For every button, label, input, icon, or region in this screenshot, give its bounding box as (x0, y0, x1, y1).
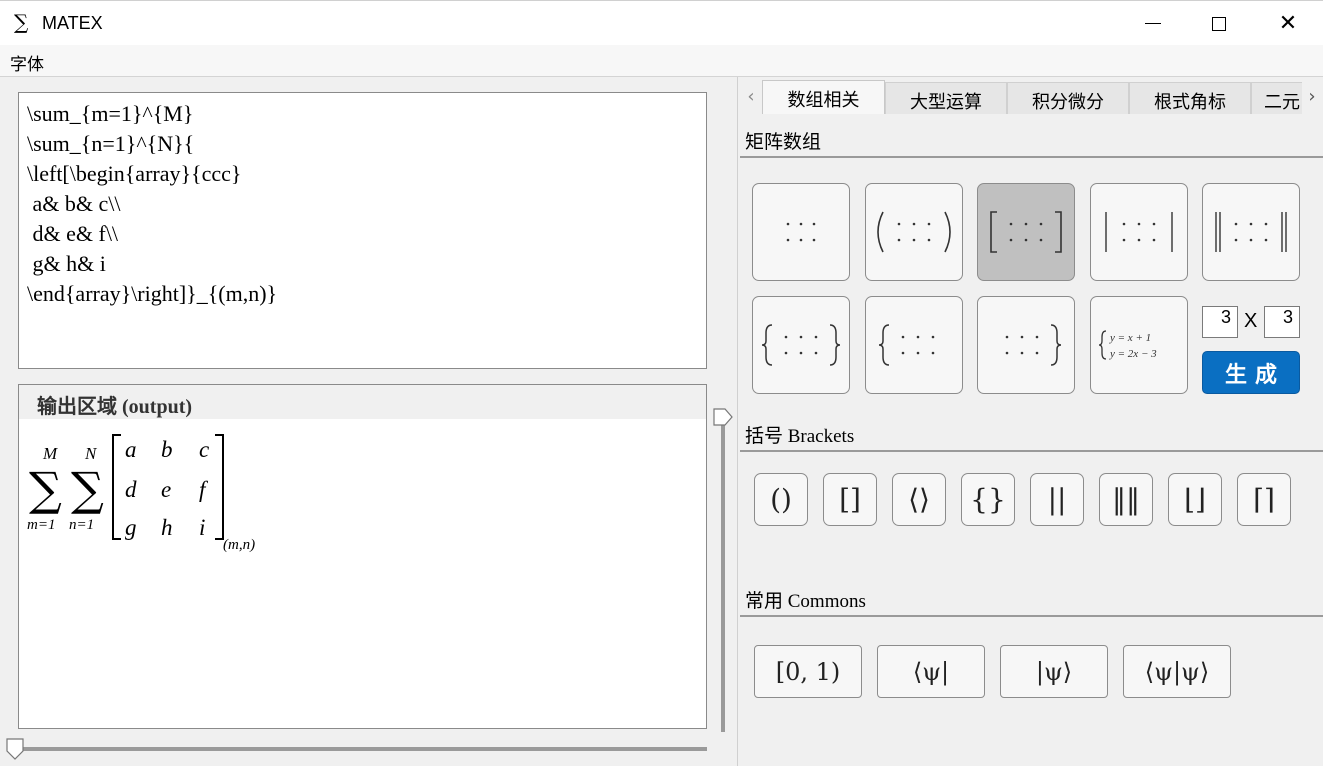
matrix-norm-button[interactable] (1202, 183, 1300, 281)
editor-line: g& h& i (27, 251, 106, 276)
pane-divider[interactable] (737, 77, 738, 766)
chevron-left-icon: ‹ (747, 85, 755, 107)
output-area: M N ∑ ∑ m=1 n=1 a b c d e f g h i (m,n) (18, 419, 707, 729)
vertical-slider-track[interactable] (721, 420, 725, 732)
Vmatrix-icon (1215, 212, 1287, 252)
bracket-brace-button[interactable]: {} (961, 473, 1015, 526)
matrix-plain-button[interactable] (752, 183, 850, 281)
tab-scroll-left-button[interactable]: ‹ (740, 80, 762, 112)
title-bar: ∑ MATEX ✕ (0, 0, 1323, 45)
section-divider (740, 615, 1323, 617)
tab-binary[interactable]: 二元 (1251, 82, 1302, 114)
tab-array[interactable]: 数组相关 (762, 80, 885, 114)
generate-button[interactable]: 生成 (1202, 351, 1300, 394)
sigma-icon: ∑ (14, 10, 29, 34)
section-commons-label: 常用 Commons (745, 591, 866, 612)
editor-line: \sum_{m=1}^{M} (27, 101, 194, 126)
editor-line: \sum_{n=1}^{N}{ (27, 131, 195, 156)
minimize-icon (1145, 23, 1161, 24)
matrix-bracket-button[interactable] (977, 183, 1075, 281)
horizontal-slider-thumb[interactable] (6, 738, 24, 760)
output-header: 输出区域 (output) (18, 384, 707, 420)
maximize-button[interactable] (1186, 1, 1252, 46)
left-brace-matrix-icon (878, 324, 935, 366)
bracket-norm-button[interactable]: ‖‖ (1099, 473, 1153, 526)
left-bracket (112, 434, 121, 540)
chevron-right-icon: › (1308, 85, 1316, 107)
common-braket-button[interactable]: ⟨ψ|ψ⟩ (1123, 645, 1231, 698)
bmatrix-icon (990, 211, 1062, 253)
matrix-cell: i (199, 515, 205, 540)
matrix-cell: c (199, 437, 209, 462)
system-line-1: y = x + 1 (1109, 332, 1151, 344)
section-divider (740, 450, 1323, 452)
matrix-paren-button[interactable] (865, 183, 963, 281)
right-bracket (215, 434, 224, 540)
matrix-brace-button[interactable] (752, 296, 850, 394)
sigma-2: ∑ (71, 462, 104, 516)
app-title: MATEX (42, 13, 103, 33)
close-button[interactable]: ✕ (1255, 1, 1321, 46)
matrix-cell: g (125, 515, 137, 540)
maximize-icon (1212, 16, 1226, 31)
section-divider (740, 156, 1323, 158)
output-title: 输出区域 (output) (37, 396, 193, 418)
section-matrix-label: 矩阵数组 (745, 132, 822, 153)
matrix-cell: e (161, 477, 171, 502)
system-line-2: y = 2x − 3 (1109, 348, 1157, 360)
rendered-formula: M N ∑ ∑ m=1 n=1 a b c d e f g h i (m,n) (27, 434, 255, 553)
common-ket-button[interactable]: |ψ⟩ (1000, 645, 1108, 698)
matrix-right-brace-button[interactable] (977, 296, 1075, 394)
bracket-square-button[interactable]: [] (823, 473, 877, 526)
section-brackets-label: 括号 Brackets (745, 426, 855, 447)
dimension-separator: X (1244, 310, 1258, 332)
editor-line: \left[\begin{array}{ccc} (27, 161, 242, 186)
editor-line: \end{array}\right]}_{(m,n)} (27, 281, 278, 306)
pmatrix-icon (877, 211, 951, 253)
Bmatrix-icon (761, 324, 841, 366)
sum2-lower: n=1 (69, 517, 94, 533)
bracket-floor-button[interactable]: ⌊⌋ (1168, 473, 1222, 526)
menu-item-font[interactable]: 字体 (10, 50, 44, 75)
sum2-upper: N (84, 444, 98, 463)
vmatrix-icon (1105, 212, 1173, 252)
common-interval-button[interactable]: [0, 1) (754, 645, 862, 698)
tab-scroll-right-button[interactable]: › (1301, 80, 1323, 112)
cols-input[interactable]: 3 (1264, 306, 1300, 338)
matrix-dots-icon (786, 222, 816, 242)
latex-editor[interactable]: \sum_{m=1}^{M} \sum_{n=1}^{N}{ \left[\be… (18, 92, 707, 369)
sigma-1: ∑ (29, 462, 62, 516)
sum1-upper: M (42, 444, 58, 463)
editor-line: a& b& c\\ (27, 191, 121, 216)
right-brace-matrix-icon (1005, 324, 1062, 366)
matrix-subscript: (m,n) (223, 537, 255, 553)
bracket-angle-button[interactable]: ⟨⟩ (892, 473, 946, 526)
matrix-determinant-button[interactable] (1090, 183, 1188, 281)
editor-line: d& e& f\\ (27, 221, 119, 246)
rows-input[interactable]: 3 (1202, 306, 1238, 338)
vertical-slider-thumb[interactable] (713, 408, 733, 426)
common-bra-button[interactable]: ⟨ψ| (877, 645, 985, 698)
bracket-paren-button[interactable]: () (754, 473, 808, 526)
matrix-cell: d (125, 477, 137, 502)
tab-large-operators[interactable]: 大型运算 (885, 82, 1007, 114)
equation-system-button[interactable]: y = x + 1 y = 2x − 3 (1090, 296, 1188, 394)
matrix-left-brace-button[interactable] (865, 296, 963, 394)
matrix-cell: f (199, 477, 209, 502)
matrix-cell: a (125, 437, 137, 462)
menu-bar: 字体 (0, 45, 1323, 77)
close-icon: ✕ (1278, 11, 1298, 36)
tab-integral-differential[interactable]: 积分微分 (1007, 82, 1129, 114)
matrix-cell: h (161, 515, 173, 540)
minimize-button[interactable] (1120, 1, 1186, 46)
tab-radicals-indices[interactable]: 根式角标 (1129, 82, 1251, 114)
bracket-abs-button[interactable]: || (1030, 473, 1084, 526)
tab-strip: 数组相关 大型运算 积分微分 根式角标 二元 (762, 80, 1302, 114)
cases-icon: y = x + 1 y = 2x − 3 (1098, 330, 1157, 360)
sum1-lower: m=1 (27, 517, 55, 533)
matrix-cell: b (161, 437, 173, 462)
horizontal-slider-track[interactable] (18, 747, 707, 751)
bracket-ceil-button[interactable]: ⌈⌉ (1237, 473, 1291, 526)
